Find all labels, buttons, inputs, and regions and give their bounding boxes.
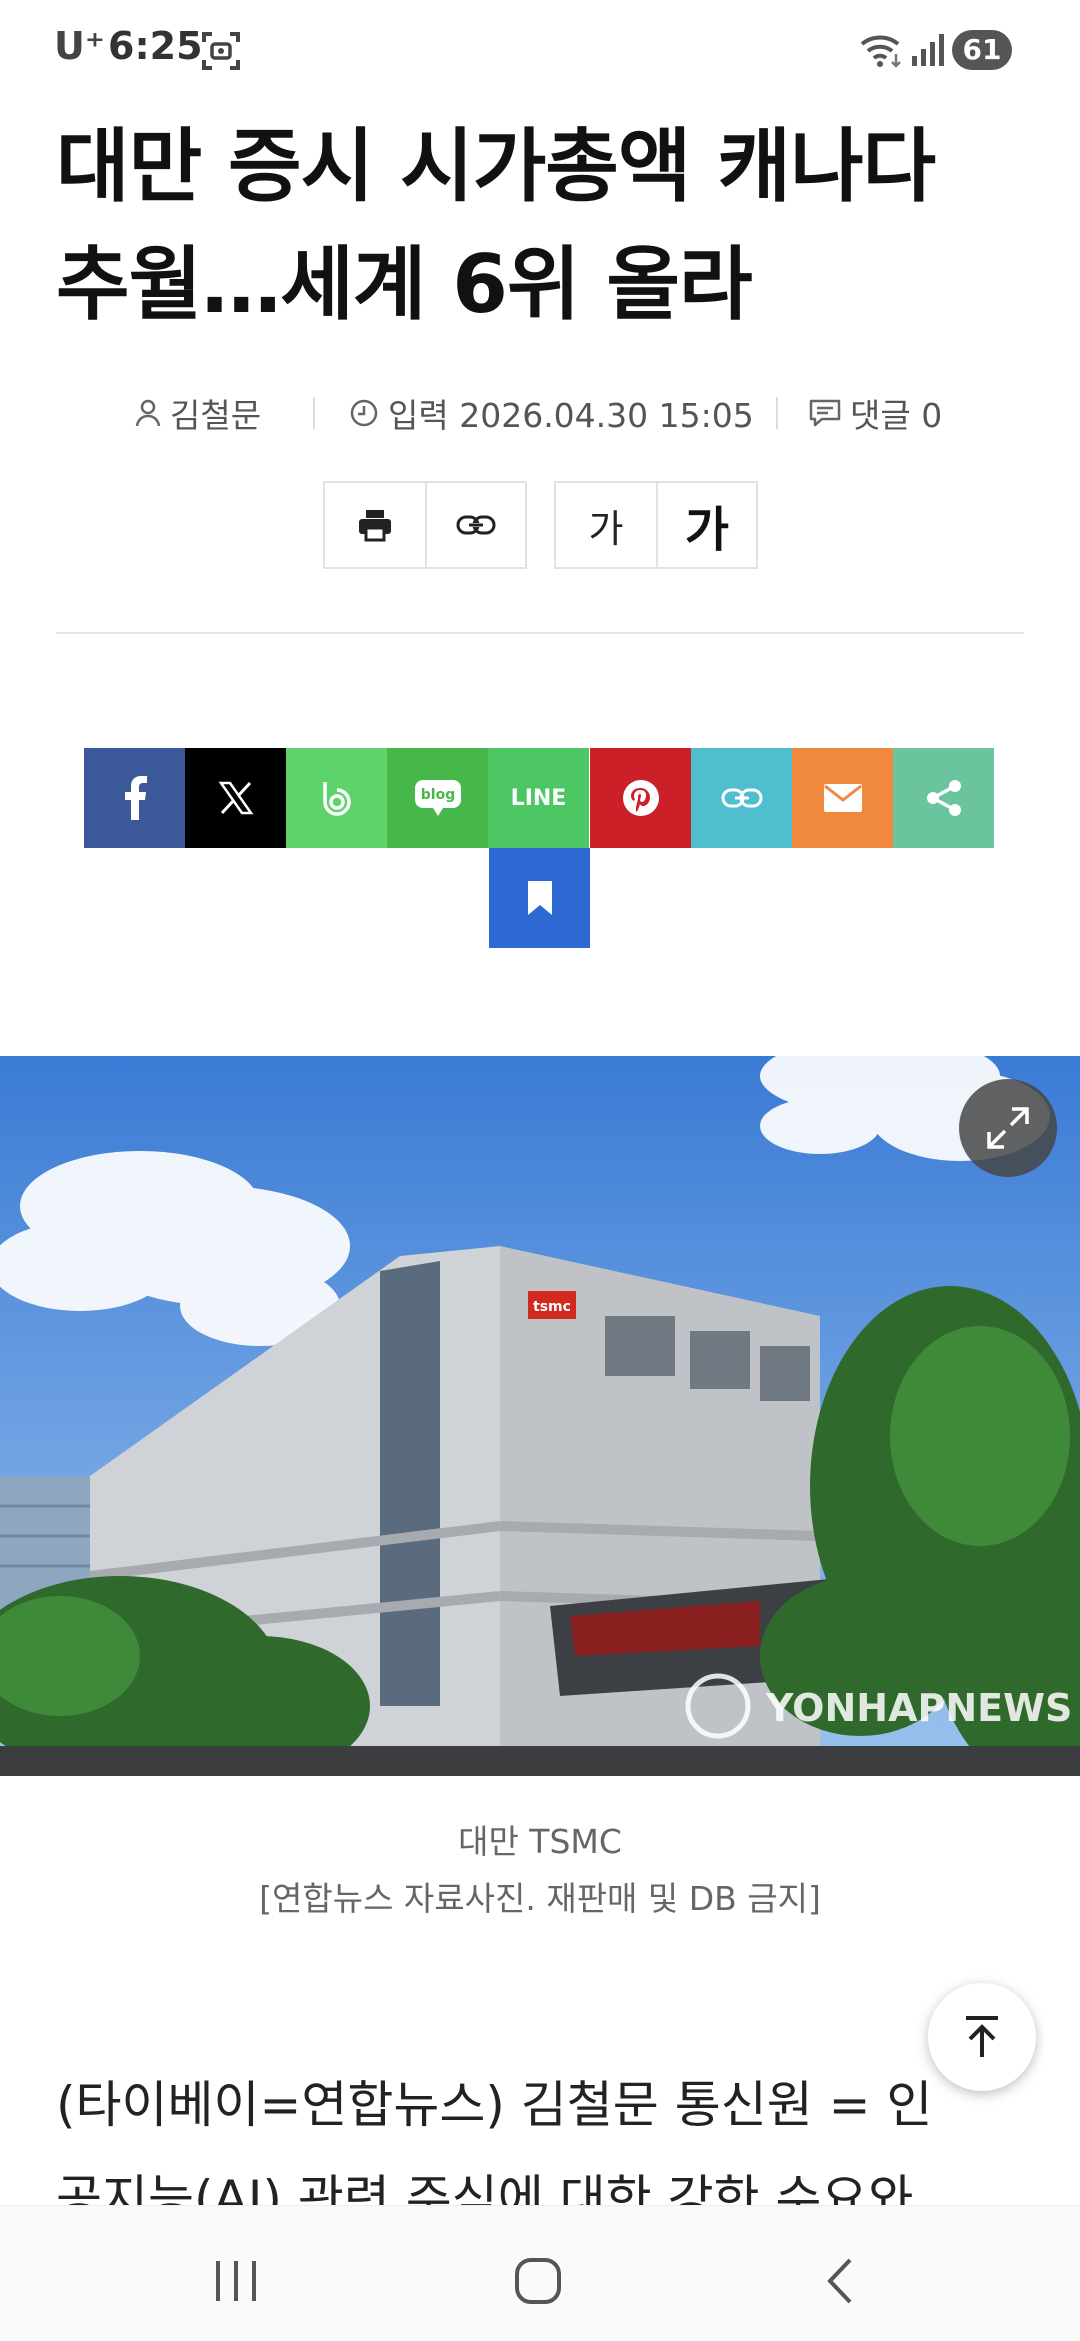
meta-divider [776,397,778,429]
publish-date: 입력 2026.04.30 15:05 [388,396,754,435]
link-icon [721,788,762,808]
signal-icon [910,32,946,68]
home-button[interactable] [498,2246,578,2316]
link-icon [456,515,496,535]
carrier-label: U⁺ [54,24,105,68]
expand-photo-button[interactable] [959,1079,1057,1177]
body-paragraph-line-1: (타이베이=연합뉴스) 김철문 통신원 = 인 [56,2076,933,2134]
screenshot-icon [200,30,242,72]
photo-credit: [연합뉴스 자료사진. 재판매 및 DB 금지] [259,1879,821,1918]
back-button[interactable] [800,2246,880,2316]
scroll-to-top-button[interactable] [928,1983,1036,2091]
font-large-label: 가 [684,502,730,558]
publish-info: 입력 2026.04.30 15:05 [348,385,754,441]
pinterest-icon [622,780,659,816]
recent-apps-icon [216,2261,256,2301]
share-more-button[interactable] [893,748,994,848]
svg-text:blog: blog [420,787,454,803]
status-bar: U⁺ 6:25 61 [0,0,1080,100]
font-size-group: 가 가 [554,481,758,569]
print-button[interactable] [325,483,425,567]
share-copy-link-button[interactable] [691,748,792,848]
article-meta: 김철문 입력 2026.04.30 15:05 댓글 0 [0,385,1080,441]
font-small-label: 가 [588,506,624,551]
author-name: 김철문 [170,396,262,435]
print-icon [359,510,391,542]
status-time: 6:25 [108,24,203,68]
blog-icon: blog [414,780,461,816]
person-icon [135,399,161,427]
wifi-icon [858,30,904,70]
font-larger-button[interactable]: 가 [656,483,756,567]
font-smaller-button[interactable]: 가 [556,483,656,567]
share-pinterest-button[interactable] [590,748,691,848]
bookmark-button[interactable] [489,848,590,948]
print-link-group [323,481,527,569]
line-icon: LINE [510,785,567,811]
headline-line-2: 추월…세계 6위 올라 [56,238,753,331]
bookmark-icon [527,881,552,915]
share-icon [926,780,961,816]
comment-count[interactable]: 댓글 0 [808,385,942,441]
section-divider [56,632,1024,634]
author-info: 김철문 [134,385,261,441]
share-line-button[interactable]: LINE [488,748,589,848]
share-x-button[interactable] [185,748,286,848]
facebook-icon [124,776,147,820]
photo-caption: 대만 TSMC [458,1822,622,1861]
comment-icon [809,399,841,427]
expand-icon [987,1107,1029,1149]
share-band-button[interactable] [286,748,387,848]
band-icon [322,782,351,816]
headline-line-1: 대만 증시 시가총액 캐나다 [56,120,936,213]
home-icon [515,2258,561,2304]
svg-text:tsmc: tsmc [533,1299,571,1315]
mail-icon [823,784,862,812]
share-email-button[interactable] [792,748,893,848]
share-blog-button[interactable]: blog [387,748,488,848]
x-icon [218,781,253,815]
article-headline: 대만 증시 시가총액 캐나다 추월…세계 6위 올라 [56,108,1036,344]
share-facebook-button[interactable] [84,748,185,848]
comment-label: 댓글 0 [850,396,943,435]
back-icon [827,2258,852,2304]
arrow-up-icon [966,2016,998,2057]
copy-link-button[interactable] [425,483,525,567]
battery-icon: 61 [952,30,1012,70]
system-navigation-bar [0,2205,1080,2341]
clock-icon [350,399,378,427]
recent-apps-button[interactable] [196,2246,276,2316]
photo-watermark: YONHAPNEWS [765,1686,1072,1730]
meta-divider [313,397,315,429]
article-photo[interactable]: tsmc YONHAPNEWS [0,1056,1080,1776]
